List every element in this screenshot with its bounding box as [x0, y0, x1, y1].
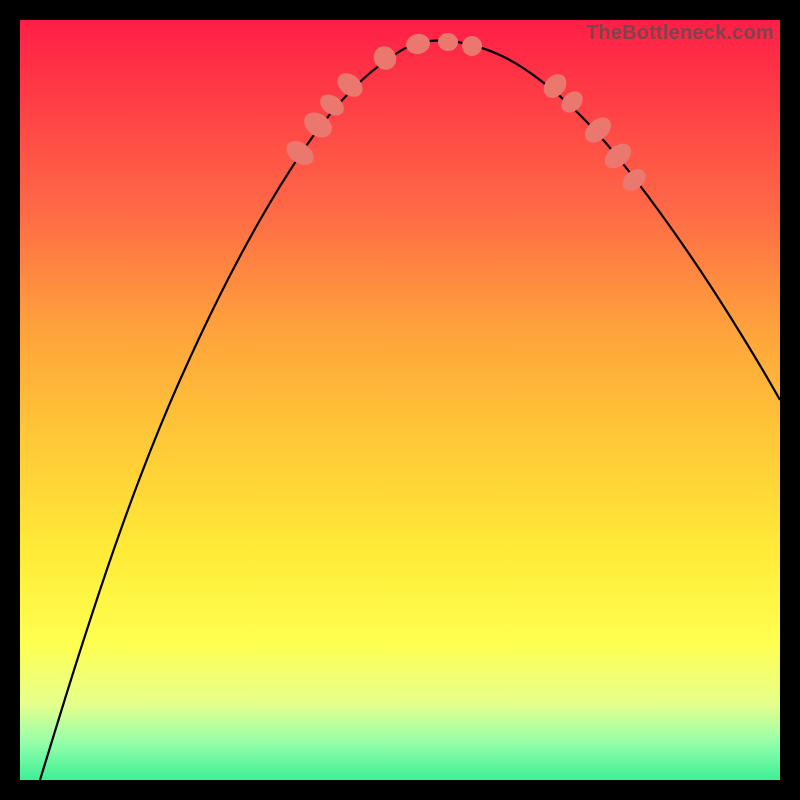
curve-svg	[20, 20, 780, 780]
chart-frame: TheBottleneck.com	[0, 0, 800, 800]
bottleneck-curve-path	[40, 41, 780, 781]
plot-area: TheBottleneck.com	[20, 20, 780, 780]
